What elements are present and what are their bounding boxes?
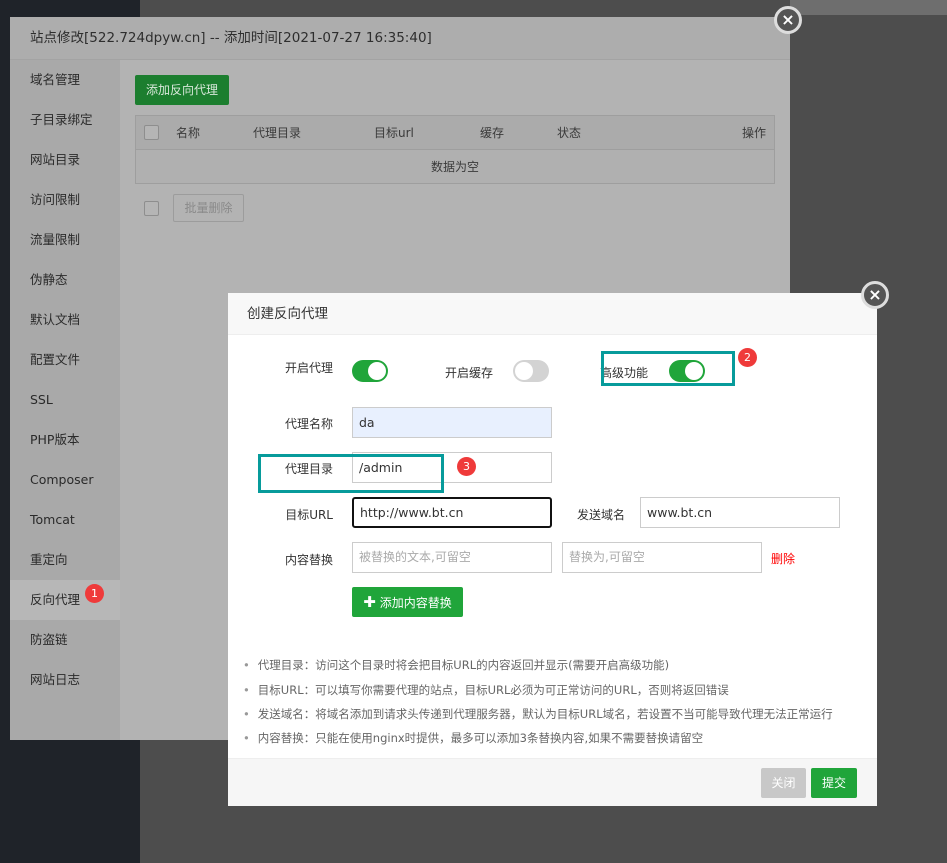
sidebar-item[interactable]: 网站日志	[10, 660, 120, 700]
highlight-box	[258, 454, 444, 493]
replace-to-input[interactable]: 替换为,可留空	[562, 542, 762, 573]
submit-button[interactable]: 提交	[811, 768, 857, 798]
col-cache: 缓存	[480, 126, 505, 140]
enable-cache-toggle[interactable]	[513, 360, 549, 382]
col-status: 状态	[557, 126, 582, 140]
enable-proxy-toggle[interactable]	[352, 360, 388, 382]
delete-replace-link[interactable]: 删除	[771, 550, 795, 567]
sidebar-item[interactable]: 重定向	[10, 540, 120, 580]
target-url-label: 目标URL	[285, 508, 333, 522]
proxy-name-input[interactable]: da	[352, 407, 552, 438]
sidebar-item[interactable]: 网站目录	[10, 140, 120, 180]
sidebar-item[interactable]: 配置文件	[10, 340, 120, 380]
close-inner-dialog-icon[interactable]: ×	[861, 281, 889, 309]
tip-item: 内容替换：只能在使用nginx时提供，最多可以添加3条替换内容,如果不需要替换请…	[243, 730, 703, 746]
target-url-input[interactable]: http://www.bt.cn	[352, 497, 552, 528]
content-replace-label: 内容替换	[284, 553, 333, 567]
batch-delete-button[interactable]: 批量删除	[173, 194, 244, 222]
select-all-checkbox[interactable]	[144, 125, 159, 140]
highlight-box	[601, 351, 735, 386]
sidebar-item[interactable]: 域名管理	[10, 60, 120, 100]
sidebar-item[interactable]: 伪静态	[10, 260, 120, 300]
sidebar-item[interactable]: 防盗链	[10, 620, 120, 660]
send-domain-input[interactable]: www.bt.cn	[640, 497, 840, 528]
dialog-title: 创建反向代理	[228, 293, 877, 335]
add-content-replace-button[interactable]: ✚ 添加内容替换	[352, 587, 463, 617]
sidebar-item[interactable]: 反向代理	[10, 580, 120, 620]
enable-proxy-label: 开启代理	[284, 361, 333, 375]
background-strip	[790, 0, 947, 15]
sidebar-item[interactable]: PHP版本	[10, 420, 120, 460]
col-name: 名称	[176, 126, 201, 140]
step-badge-2: 2	[738, 348, 757, 367]
create-reverse-proxy-dialog: 创建反向代理 开启代理 开启缓存 高级功能 2 代理名称 da 代理目录 /ad…	[228, 293, 877, 806]
sidebar-item[interactable]: 流量限制	[10, 220, 120, 260]
step-badge-1: 1	[85, 584, 104, 603]
dialog-title: 站点修改[522.724dpyw.cn] -- 添加时间[2021-07-27 …	[10, 17, 790, 60]
sidebar-item[interactable]: SSL	[10, 380, 120, 420]
replace-from-input[interactable]: 被替换的文本,可留空	[352, 542, 552, 573]
enable-cache-label: 开启缓存	[444, 366, 493, 380]
table-header: 名称 代理目录 目标url 缓存 状态 操作	[136, 116, 774, 150]
tip-item: 发送域名：将域名添加到请求头传递到代理服务器，默认为目标URL域名，若设置不当可…	[243, 706, 833, 722]
plus-icon: ✚	[363, 593, 376, 611]
add-reverse-proxy-button[interactable]: 添加反向代理	[135, 75, 229, 105]
close-button[interactable]: 关闭	[761, 768, 806, 798]
close-outer-dialog-icon[interactable]: ×	[774, 6, 802, 34]
batch-checkbox[interactable]	[144, 201, 159, 216]
settings-sidebar: 域名管理 子目录绑定 网站目录 访问限制 流量限制 伪静态 默认文档 配置文件 SSL PHP版本…	[10, 60, 120, 740]
sidebar-item[interactable]: 默认文档	[10, 300, 120, 340]
col-actions: 操作	[742, 126, 767, 140]
empty-message: 数据为空	[430, 160, 479, 174]
sidebar-item[interactable]: 子目录绑定	[10, 100, 120, 140]
proxy-name-label: 代理名称	[284, 417, 333, 431]
sidebar-item[interactable]: Composer	[10, 460, 120, 500]
tip-item: 目标URL：可以填写你需要代理的站点，目标URL必须为可正常访问的URL，否则将…	[243, 682, 729, 698]
col-proxy-dir: 代理目录	[253, 126, 302, 140]
tip-item: 代理目录：访问这个目录时将会把目标URL的内容返回并显示(需要开启高级功能)	[243, 657, 669, 673]
col-target-url: 目标url	[374, 126, 414, 140]
dialog-footer: 关闭 提交	[228, 758, 877, 806]
sidebar-item[interactable]: 访问限制	[10, 180, 120, 220]
step-badge-3: 3	[457, 457, 476, 476]
send-domain-label: 发送域名	[576, 508, 625, 522]
proxy-table: 名称 代理目录 目标url 缓存 状态 操作 数据为空	[135, 115, 775, 184]
sidebar-item[interactable]: Tomcat	[10, 500, 120, 540]
